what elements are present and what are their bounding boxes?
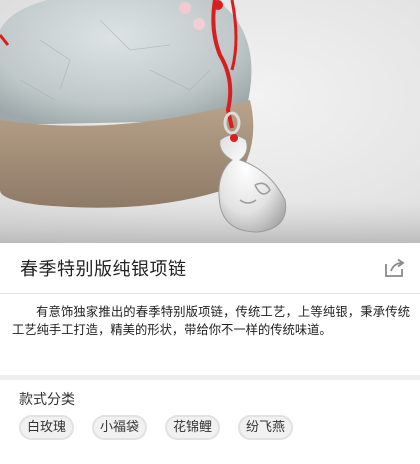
variant-option-fen-fei-yan[interactable]: 纷飞燕 bbox=[238, 415, 294, 440]
divider bbox=[0, 293, 420, 294]
product-title: 春季特别版纯银项链 bbox=[20, 259, 187, 280]
product-description: 有意饰独家推出的春季特别版项链，传统工艺，上等纯银，秉承传统工艺纯手工打造，精美… bbox=[12, 305, 410, 337]
variant-option-bai-mei-gui[interactable]: 白玫瑰 bbox=[19, 415, 75, 440]
variant-options: 白玫瑰 小福袋 花锦鲤 纷飞燕 bbox=[19, 415, 294, 440]
variant-section-title: 款式分类 bbox=[19, 392, 75, 408]
product-photo-illustration bbox=[0, 0, 420, 243]
section-divider bbox=[0, 375, 420, 380]
share-icon bbox=[385, 258, 405, 277]
product-title-bar: 春季特别版纯银项链 bbox=[0, 243, 420, 293]
product-photo bbox=[0, 0, 420, 243]
variant-option-xiao-fu-dai[interactable]: 小福袋 bbox=[92, 415, 148, 440]
share-button[interactable] bbox=[383, 258, 405, 278]
variant-option-hua-jin-li[interactable]: 花锦鲤 bbox=[165, 415, 221, 440]
